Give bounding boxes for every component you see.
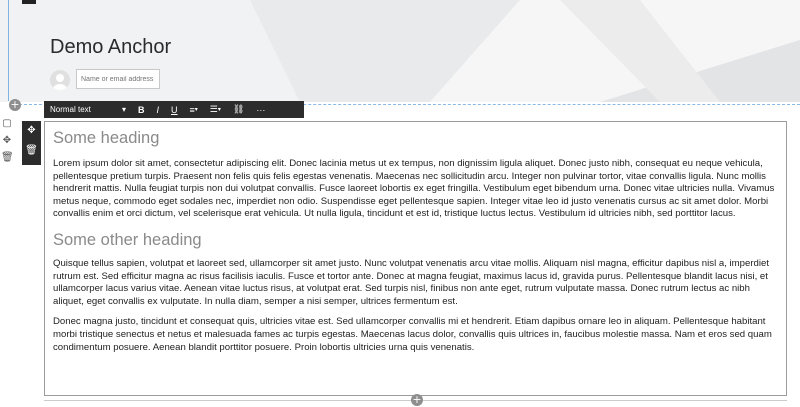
chevron-down-icon: ▾ — [194, 107, 198, 113]
text-block[interactable]: Some heading Lorem ipsum dolor sit amet,… — [44, 121, 787, 396]
bold-button[interactable]: B — [132, 105, 151, 115]
align-button[interactable]: ≡ ▾ — [184, 105, 204, 115]
text-style-label: Normal text — [50, 105, 91, 114]
plus-circle-icon[interactable]: + — [9, 99, 21, 111]
formatting-toolbar: Normal text ▾ B I U ≡ ▾ ☰ ▾ ⛓ ··· — [44, 101, 304, 118]
trash-icon[interactable]: 🗑 — [1, 152, 14, 164]
user-icon — [53, 74, 67, 90]
plus-circle-icon[interactable]: + — [411, 394, 423, 406]
chevron-down-icon: ▾ — [121, 105, 126, 114]
move-icon[interactable]: ✥ — [1, 135, 13, 147]
paragraph-3[interactable]: Donec magna justo, tincidunt et consequa… — [53, 316, 778, 354]
page-title[interactable]: Demo Anchor — [50, 36, 171, 59]
link-button[interactable]: ⛓ — [227, 104, 250, 115]
note-icon[interactable]: ▢ — [1, 118, 13, 130]
heading-1[interactable]: Some heading — [53, 128, 778, 148]
author-input[interactable] — [76, 69, 160, 89]
more-icon: ··· — [256, 104, 266, 115]
chevron-down-icon: ▾ — [217, 107, 221, 113]
guide-line — [8, 0, 9, 101]
underline-button[interactable]: U — [165, 105, 184, 115]
left-gutter-tools: ▢ ✥ 🗑 — [0, 118, 14, 169]
trash-icon[interactable]: 🗑 — [22, 141, 41, 161]
paragraph-2[interactable]: Quisque tellus sapien, volutpat et laore… — [53, 258, 778, 308]
list-button[interactable]: ☰ ▾ — [204, 104, 227, 115]
move-icon[interactable]: ✥ — [22, 121, 41, 141]
toolbar-stub — [22, 0, 36, 4]
heading-2[interactable]: Some other heading — [53, 230, 778, 250]
list-icon: ☰ — [209, 104, 218, 114]
italic-label: I — [156, 104, 160, 115]
bold-label: B — [138, 104, 145, 115]
more-button[interactable]: ··· — [250, 105, 271, 115]
block-controls: ✥ 🗑 — [22, 121, 41, 165]
link-icon: ⛓ — [232, 104, 245, 114]
paragraph-1[interactable]: Lorem ipsum dolor sit amet, consectetur … — [53, 158, 778, 221]
text-style-dropdown[interactable]: Normal text ▾ — [44, 105, 132, 114]
avatar — [50, 70, 70, 90]
underline-label: U — [171, 104, 178, 115]
italic-button[interactable]: I — [151, 105, 166, 115]
